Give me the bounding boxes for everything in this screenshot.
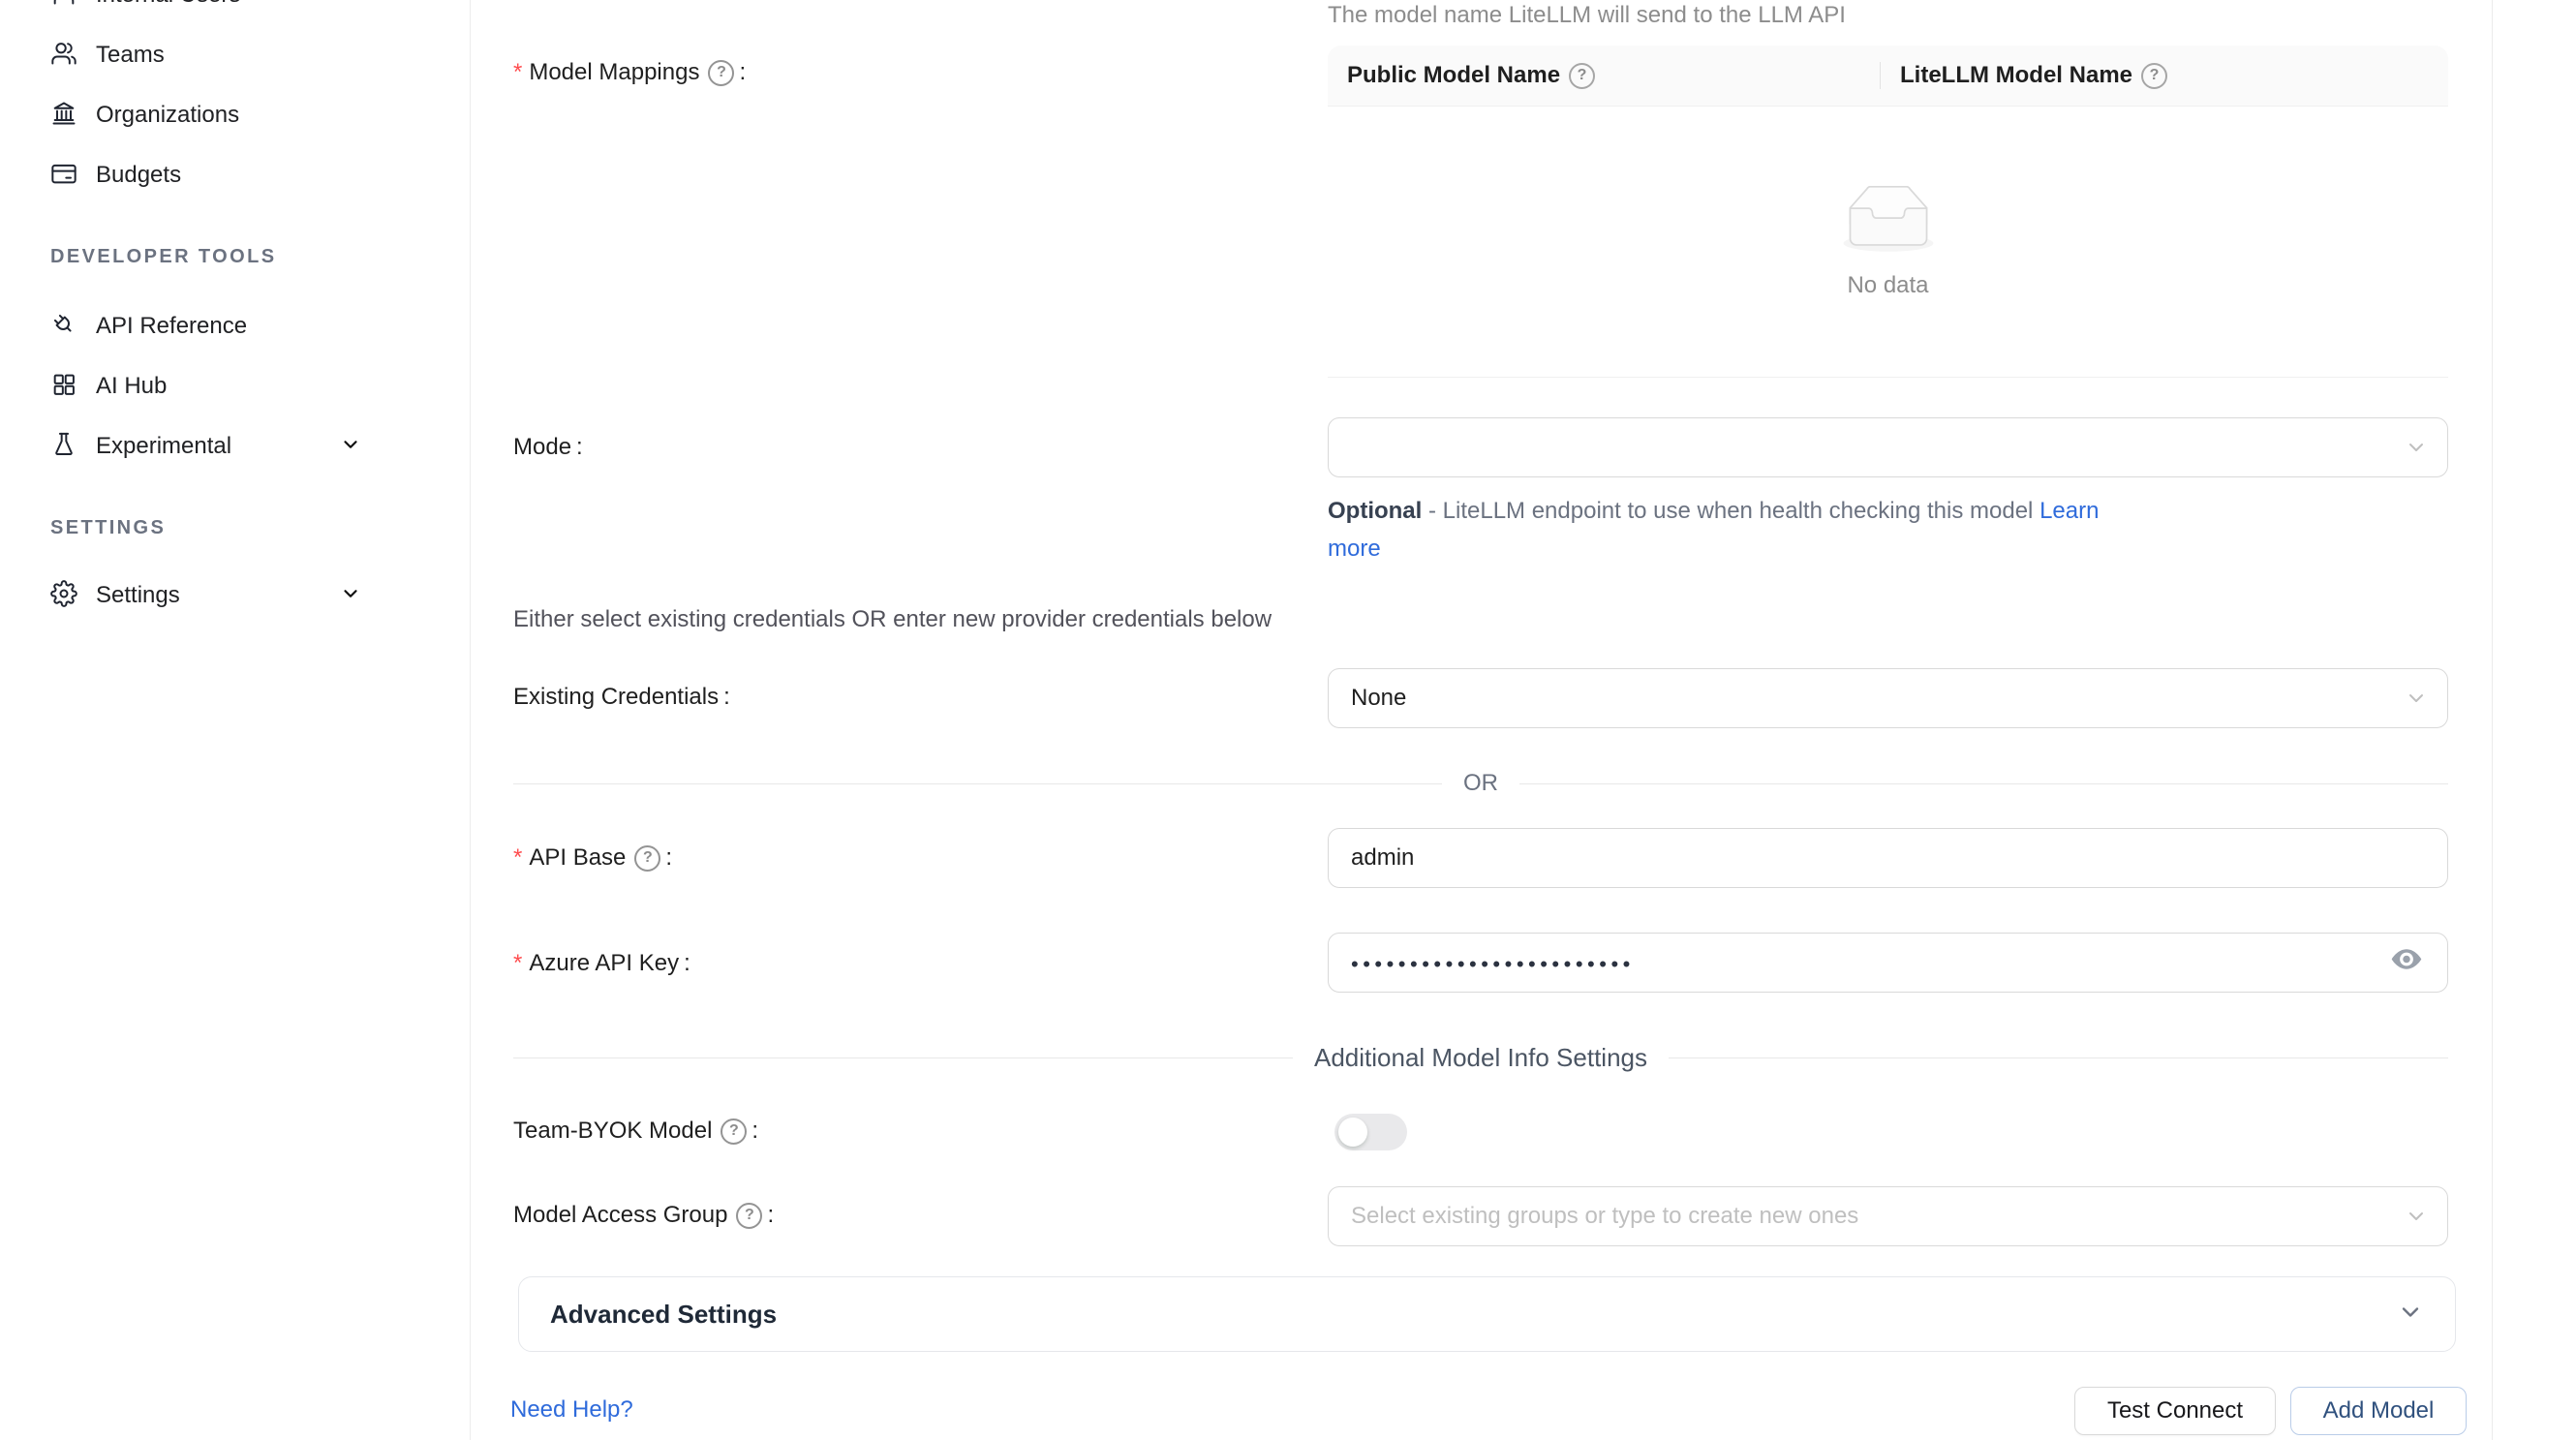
or-divider-text: OR xyxy=(1463,770,1498,797)
api-plug-icon xyxy=(50,311,77,343)
advanced-settings-panel[interactable]: Advanced Settings xyxy=(518,1276,2456,1352)
table-header-public-model-name: Public Model Name ? xyxy=(1328,62,1880,89)
advanced-settings-title: Advanced Settings xyxy=(550,1300,777,1330)
sidebar-item-label: Budgets xyxy=(96,162,181,189)
api-base-input[interactable] xyxy=(1328,828,2448,888)
sidebar-item-api-reference[interactable]: API Reference xyxy=(0,296,470,356)
sidebar-item-organizations[interactable]: Organizations xyxy=(0,85,470,145)
need-help-link[interactable]: Need Help? xyxy=(510,1396,633,1424)
table-header-litellm-model-name: LiteLLM Model Name ? xyxy=(1881,62,2448,89)
selected-value: None xyxy=(1351,685,1406,712)
help-icon[interactable]: ? xyxy=(721,1118,747,1145)
existing-credentials-label: Existing Credentials : xyxy=(513,682,730,713)
chevron-down-icon[interactable] xyxy=(340,583,361,609)
required-asterisk: * xyxy=(513,950,522,977)
empty-inbox-icon xyxy=(1835,186,1942,256)
table-body-empty: No data xyxy=(1328,107,2448,378)
grid-icon xyxy=(50,371,77,403)
eye-icon[interactable] xyxy=(2389,942,2424,984)
help-icon[interactable]: ? xyxy=(708,60,734,86)
sidebar-item-label: AI Hub xyxy=(96,373,167,400)
toggle-knob xyxy=(1338,1118,1367,1147)
empty-state: No data xyxy=(1835,186,1942,299)
masked-password-value: •••••••••••••••••••••••• xyxy=(1351,952,1635,977)
bank-icon xyxy=(50,100,77,132)
help-icon[interactable]: ? xyxy=(1569,63,1595,89)
sidebar-item-ai-hub[interactable]: AI Hub xyxy=(0,356,470,416)
flask-icon xyxy=(50,431,77,463)
credentials-note: Either select existing credentials OR en… xyxy=(513,606,1272,633)
required-asterisk: * xyxy=(513,59,522,86)
credit-card-icon xyxy=(50,160,77,192)
model-mappings-label: * Model Mappings ? : xyxy=(513,57,746,88)
chevron-down-icon xyxy=(2397,1299,2424,1331)
test-connect-button[interactable]: Test Connect xyxy=(2074,1387,2276,1435)
model-mappings-table: Public Model Name ? LiteLLM Model Name ?… xyxy=(1328,46,2448,378)
sidebar-section-settings: SETTINGS xyxy=(0,516,470,539)
api-base-label: * API Base ? : xyxy=(513,843,672,873)
sidebar-item-label: Settings xyxy=(96,582,180,609)
additional-divider-text: Additional Model Info Settings xyxy=(1314,1043,1647,1073)
table-header-row: Public Model Name ? LiteLLM Model Name ? xyxy=(1328,46,2448,107)
sidebar-item-budgets[interactable]: Budgets xyxy=(0,145,470,205)
users-icon xyxy=(50,40,77,72)
azure-api-key-input[interactable]: •••••••••••••••••••••••• xyxy=(1328,933,2448,993)
chevron-down-icon xyxy=(2405,1205,2428,1228)
help-icon[interactable]: ? xyxy=(736,1203,762,1229)
sidebar-item-label: Teams xyxy=(96,42,165,69)
model-access-group-select[interactable]: Select existing groups or type to create… xyxy=(1328,1186,2448,1246)
team-byok-label: Team-BYOK Model ? : xyxy=(513,1116,758,1147)
mode-label: Mode : xyxy=(513,432,583,463)
sidebar-item-internal-users[interactable]: Internal Users xyxy=(0,0,470,25)
model-name-note: The model name LiteLLM will send to the … xyxy=(1328,2,1846,29)
existing-credentials-select[interactable]: None xyxy=(1328,668,2448,728)
model-access-group-label: Model Access Group ? : xyxy=(513,1200,774,1231)
sidebar-item-experimental[interactable]: Experimental xyxy=(0,416,470,476)
no-data-text: No data xyxy=(1835,272,1942,299)
gear-icon xyxy=(50,580,77,612)
chevron-down-icon xyxy=(2405,436,2428,459)
add-model-page: Internal Users Teams Organizations Budge… xyxy=(0,0,2576,1440)
sidebar-nav-list: Internal Users Teams Organizations Budge… xyxy=(0,0,470,626)
mode-select[interactable] xyxy=(1328,417,2448,477)
azure-api-key-label: * Azure API Key : xyxy=(513,948,690,979)
sidebar: Internal Users Teams Organizations Budge… xyxy=(0,0,471,1440)
sidebar-item-label: Internal Users xyxy=(96,0,240,9)
additional-settings-divider: Additional Model Info Settings xyxy=(513,1043,2448,1073)
chevron-down-icon xyxy=(2405,687,2428,710)
user-icon xyxy=(50,0,77,12)
team-byok-toggle[interactable] xyxy=(1334,1114,1407,1150)
mode-help-text: Optional - LiteLLM endpoint to use when … xyxy=(1328,492,2112,567)
sidebar-section-developer-tools: DEVELOPER TOOLS xyxy=(0,245,470,268)
add-model-button[interactable]: Add Model xyxy=(2290,1387,2467,1435)
select-placeholder: Select existing groups or type to create… xyxy=(1351,1203,1858,1230)
content-right-border xyxy=(2492,0,2493,1440)
sidebar-item-settings[interactable]: Settings xyxy=(0,566,470,626)
sidebar-item-teams[interactable]: Teams xyxy=(0,25,470,85)
sidebar-item-label: Organizations xyxy=(96,102,239,129)
help-icon[interactable]: ? xyxy=(2141,63,2167,89)
chevron-down-icon[interactable] xyxy=(340,434,361,460)
help-icon[interactable]: ? xyxy=(634,845,660,872)
required-asterisk: * xyxy=(513,844,522,872)
sidebar-item-label: API Reference xyxy=(96,313,247,340)
sidebar-item-label: Experimental xyxy=(96,433,231,460)
or-divider: OR xyxy=(513,770,2448,797)
